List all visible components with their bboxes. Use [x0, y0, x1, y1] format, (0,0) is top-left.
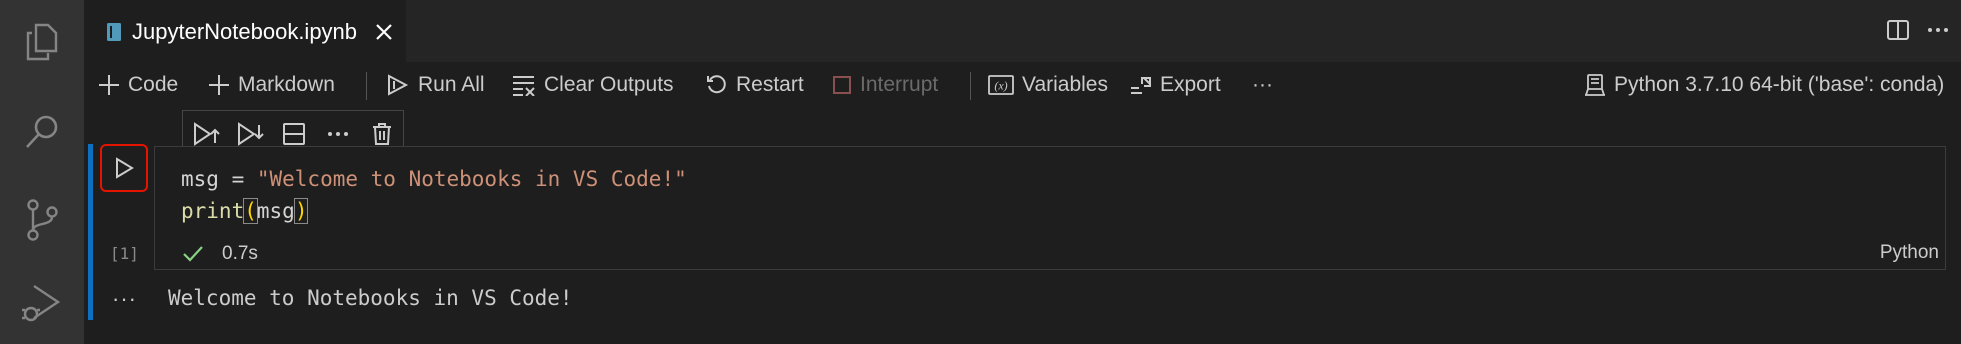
plus-icon — [99, 75, 119, 95]
more-toolbar-label: ··· — [1252, 73, 1273, 96]
code-assignment: msg = — [181, 167, 257, 191]
restart-icon — [707, 75, 726, 94]
explorer-icon[interactable] — [18, 18, 66, 66]
code-line-1: msg = "Welcome to Notebooks in VS Code!" — [181, 167, 687, 191]
run-all-icon — [388, 74, 409, 96]
activity-bar — [0, 0, 84, 344]
interrupt-button[interactable]: Interrupt — [832, 62, 938, 108]
cell-focus-indicator — [88, 144, 93, 320]
run-cell-button[interactable] — [100, 144, 148, 192]
restart-label: Restart — [736, 73, 804, 96]
vscode-window: JupyterNotebook.ipynb Code Markdown Run … — [0, 0, 1961, 344]
stop-icon — [833, 76, 851, 94]
execution-count: [1] — [110, 244, 139, 263]
search-icon[interactable] — [18, 108, 66, 156]
interrupt-label: Interrupt — [860, 73, 939, 96]
notebook-toolbar: Code Markdown Run All Clear Outputs Rest… — [84, 62, 1961, 108]
code-function: print — [181, 199, 245, 223]
code-open-paren: ( — [243, 198, 258, 224]
notebook-file-icon — [107, 23, 121, 41]
cell-status: 0.7s — [182, 240, 258, 268]
add-markdown-label: Markdown — [238, 73, 335, 96]
more-toolbar-button[interactable]: ··· — [1252, 62, 1273, 108]
split-editor-icon[interactable] — [1884, 16, 1912, 44]
add-code-cell-button[interactable]: Code — [98, 62, 178, 108]
variables-label: Variables — [1022, 73, 1108, 96]
server-icon — [1585, 74, 1605, 96]
execution-duration: 0.7s — [222, 243, 258, 264]
clear-outputs-button[interactable]: Clear Outputs — [512, 62, 674, 108]
check-icon — [183, 246, 203, 262]
clear-all-icon — [513, 76, 535, 96]
cell-language-picker[interactable]: Python — [1880, 242, 1939, 264]
run-all-button[interactable]: Run All — [386, 62, 485, 108]
code-close-paren: ) — [293, 198, 309, 224]
editor-tab-bar: JupyterNotebook.ipynb — [84, 0, 1961, 62]
source-control-icon[interactable] — [18, 196, 66, 244]
code-line-2: print(msg) — [181, 198, 309, 224]
more-actions-icon[interactable] — [1924, 16, 1952, 44]
close-icon[interactable] — [373, 21, 395, 43]
code-argument: msg — [256, 199, 295, 223]
toolbar-divider — [366, 72, 367, 100]
code-string: "Welcome to Notebooks in VS Code!" — [256, 167, 687, 191]
export-label: Export — [1160, 73, 1221, 96]
tab-notebook[interactable]: JupyterNotebook.ipynb — [84, 0, 406, 62]
code-cell-editor[interactable]: msg = "Welcome to Notebooks in VS Code!"… — [154, 146, 1946, 270]
variables-button[interactable]: (x) Variables — [988, 62, 1108, 108]
add-code-label: Code — [128, 73, 179, 96]
add-markdown-cell-button[interactable]: Markdown — [208, 62, 335, 108]
kernel-label: Python 3.7.10 64-bit ('base': conda) — [1614, 73, 1945, 96]
clear-outputs-label: Clear Outputs — [544, 73, 674, 96]
run-debug-icon[interactable] — [18, 280, 66, 328]
kernel-picker[interactable]: Python 3.7.10 64-bit ('base': conda) — [1584, 62, 1944, 108]
run-all-label: Run All — [418, 73, 485, 96]
play-icon — [116, 157, 134, 179]
restart-button[interactable]: Restart — [706, 62, 804, 108]
export-button[interactable]: Export — [1130, 62, 1221, 108]
toolbar-divider — [970, 72, 971, 100]
output-more-button[interactable]: ··· — [112, 286, 137, 312]
tab-title: JupyterNotebook.ipynb — [132, 19, 358, 44]
cell-output: Welcome to Notebooks in VS Code! — [168, 286, 573, 310]
variables-icon: (x) — [988, 75, 1014, 95]
plus-icon — [209, 75, 229, 95]
export-icon — [1131, 77, 1151, 94]
svg-text:(x): (x) — [994, 79, 1007, 93]
